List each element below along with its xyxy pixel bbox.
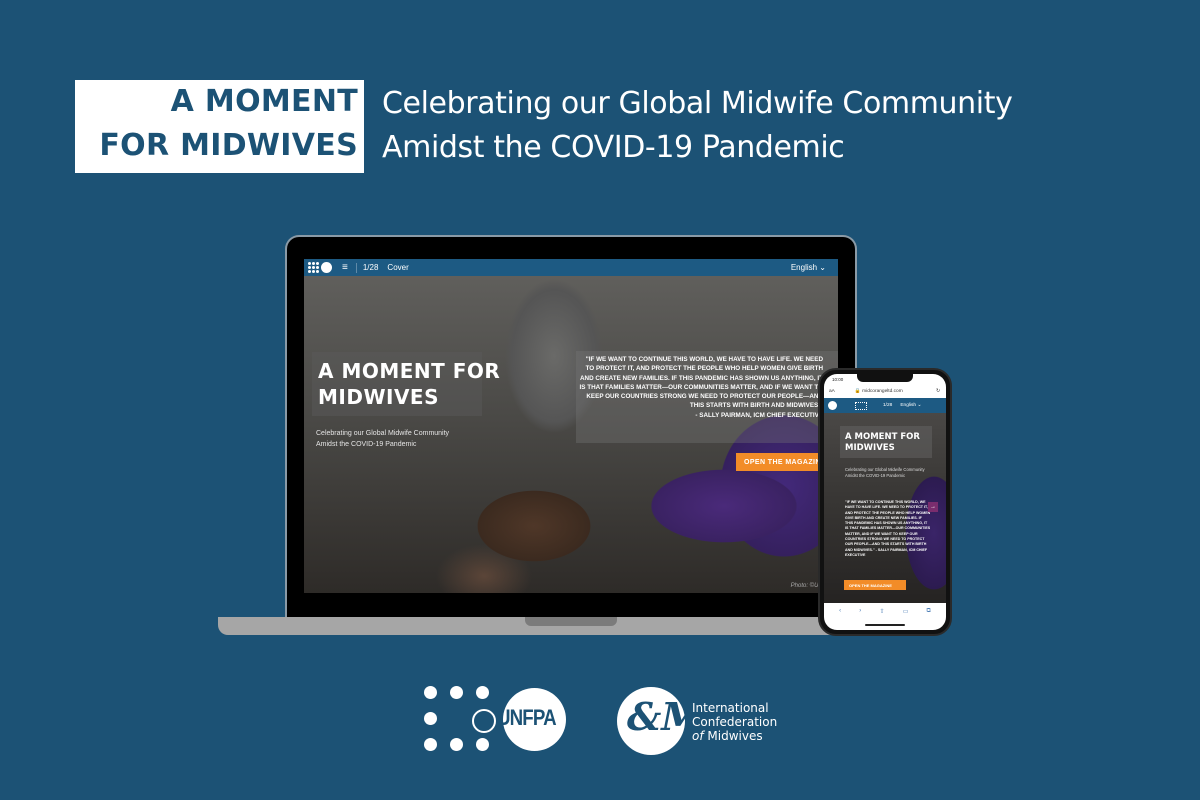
hero-title-line-2: MIDWIVES [318,385,439,409]
subtitle-line-1: Celebrating our Global Midwife Community [382,86,1013,121]
laptop-screen: ≡ 1/28 Cover English ⌄ A MOMENT FOR MIDW… [304,259,838,593]
hero-subtitle: Celebrating our Global Midwife Community… [316,428,449,450]
title-line-2: FOR MIDWIVES [99,128,358,163]
phone-topbar: 1/28 English ⌄ [824,398,946,413]
title-box: A MOMENT FOR MIDWIVES [75,80,364,173]
icm-logo-icon[interactable] [828,401,837,410]
icm-logo-icon[interactable] [321,262,332,273]
section-title: Cover [387,263,409,272]
icm-midwives: Midwives [703,729,763,743]
bookmarks-icon[interactable]: ▭ [903,608,909,630]
hero-subtitle-line-1: Celebrating our Global Midwife Community [316,430,450,437]
subtitle-line-2: Amidst the COVID-19 Pandemic [382,130,845,165]
icm-line-2: Confederation [692,715,778,729]
phone-quote: "IF WE WANT TO CONTINUE THIS WORLD, WE H… [845,500,931,557]
quote: "IF WE WANT TO CONTINUE THIS WORLD, WE H… [576,355,823,420]
icm-of: of [692,729,704,743]
unfpa-logo-icon[interactable] [308,262,319,273]
language-select[interactable]: English ⌄ [791,263,826,272]
text-size-button[interactable]: aA [829,389,835,394]
icm-line-3: of Midwives [692,729,777,743]
phone-hero-title-line-1: A MOMENT FOR [845,432,920,442]
share-icon[interactable]: ⇧ [879,608,884,630]
page-indicator: 1/28 [362,263,379,272]
cover-photo: A MOMENT FOR MIDWIVES Celebrating our Gl… [304,276,838,593]
phone-url-bar[interactable]: aA 🔒 midcorangeltd.com ↻ [824,384,946,398]
hero-title-line-1: A MOMENT FOR [318,359,501,383]
phone-open-magazine-button[interactable]: OPEN THE MAGAZINE [844,580,906,590]
icm-name: International Confederation of Midwives [692,701,777,743]
hero-title: A MOMENT FOR MIDWIVES [318,358,500,410]
divider [355,262,357,273]
laptop-notch [525,617,617,626]
next-arrow-icon[interactable]: → [928,502,938,512]
phone-hero-subtitle: Celebrating our Global Midwife Community… [845,467,925,478]
title-line-1: A MOMENT [170,84,358,119]
menu-icon[interactable]: ≡ [342,262,348,273]
unfpa-label: UNFPA [497,705,557,730]
tabs-icon[interactable]: ⧉ [927,608,931,630]
status-time: 10:00 [832,377,844,382]
hero-subtitle-line-2: Amidst the COVID-19 Pandemic [316,441,417,448]
reload-icon[interactable]: ↻ [936,389,940,394]
phone-screen: 10:00 aA 🔒 midcorangeltd.com ↻ 1/28 Engl… [824,374,946,630]
back-icon[interactable]: ‹ [839,608,841,630]
forward-icon[interactable]: › [859,608,861,630]
home-indicator [865,624,905,626]
phone-notch [857,374,913,382]
phone-hero-title-line-2: MIDWIVES [845,443,895,453]
phone-hero-title: A MOMENT FOR MIDWIVES [845,432,920,454]
url-text[interactable]: 🔒 midcorangeltd.com [855,389,903,394]
page-indicator: 1/28 [883,403,893,408]
laptop-topbar: ≡ 1/28 Cover English ⌄ [304,259,838,276]
quote-text: "IF WE WANT TO CONTINUE THIS WORLD, WE H… [579,356,823,410]
language-select[interactable]: English ⌄ [900,403,921,408]
subtitle: Celebrating our Global Midwife Community… [382,82,1013,170]
unfpa-logo-icon[interactable] [855,401,867,410]
quote-attribution: - SALLY PAIRMAN, ICM CHIEF EXECUTIVE [695,411,823,419]
un-emblem-icon [472,709,496,733]
icm-line-1: International [692,701,769,715]
